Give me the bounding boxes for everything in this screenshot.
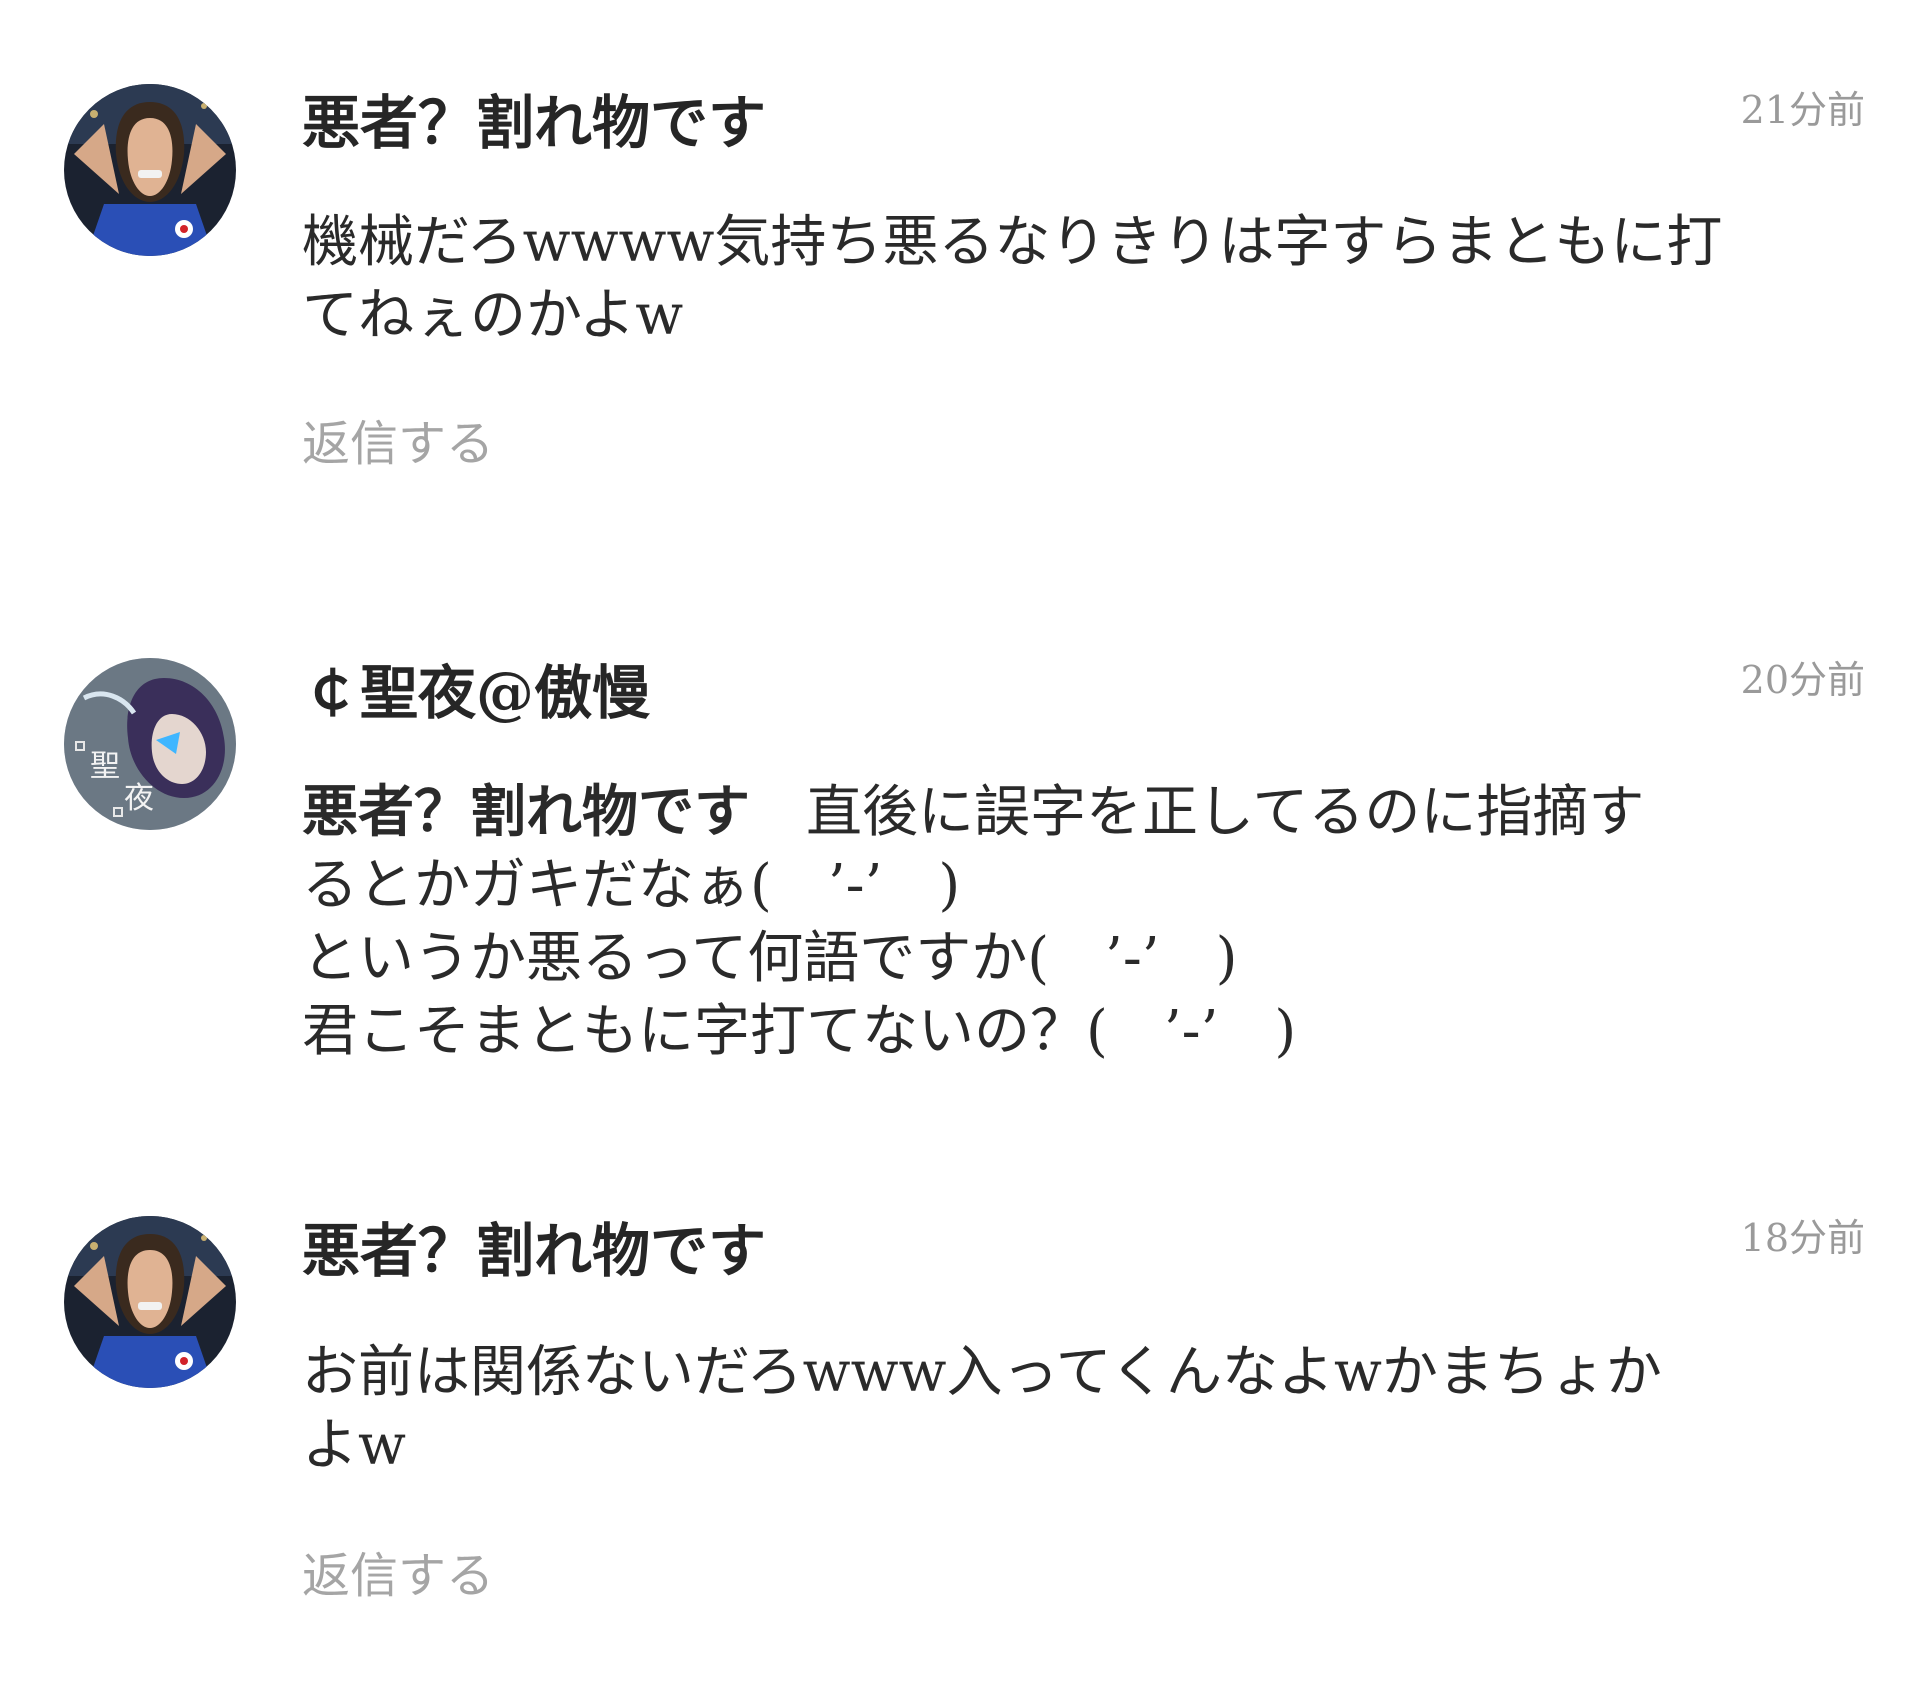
avatar[interactable] [64,84,236,256]
comment-body: お前は関係ないだろwww入ってくんなよwかまちょか よw [302,1336,1862,1482]
comment-line: 機械だろwwww気持ち悪るなりきりは字すらまともに打 [302,210,1723,275]
comment-text: 直後に誤字を正してるのに指摘す [806,780,1645,845]
username[interactable]: 悪者？割れ物です [302,1216,766,1286]
comment-line: お前は関係ないだろwww入ってくんなよwかまちょか [302,1340,1662,1405]
avatar-text: 聖 [90,749,120,784]
avatar[interactable] [64,1216,236,1388]
wrestler-photo-avatar-icon [64,1216,236,1388]
comment-line: 君こそまともに字打てないの？( ’-’ ) [302,999,1297,1064]
wrestler-photo-avatar-icon [64,84,236,256]
reply-button[interactable]: 返信する [302,1546,494,1606]
comment-line: るとかガキだなぁ( ’-’ ) [302,853,961,918]
timestamp: 18分前 [1740,1216,1865,1260]
anime-character-avatar-icon: 聖 夜 [64,658,236,830]
reply-button[interactable]: 返信する [302,414,494,474]
comment-body: 機械だろwwww気持ち悪るなりきりは字すらまともに打 てねぇのかよw [302,206,1862,352]
avatar-text: 夜 [124,781,154,816]
comment-line: てねぇのかよw [302,283,684,348]
mention-link[interactable]: 悪者？割れ物です [302,779,750,845]
username[interactable]: ￠聖夜@傲慢 [302,658,650,728]
avatar[interactable]: 聖 夜 [64,658,236,830]
comment-line: よw [302,1413,406,1478]
comment-body: 悪者？割れ物です 直後に誤字を正してるのに指摘す るとかガキだなぁ( ’-’ )… [302,776,1862,1068]
comment-line: というか悪るって何語ですか( ’-’ ) [302,926,1238,991]
timestamp: 20分前 [1740,658,1865,702]
username[interactable]: 悪者？割れ物です [302,88,766,158]
comment-line: 悪者？割れ物です 直後に誤字を正してるのに指摘す [302,776,1862,849]
timestamp: 21分前 [1740,88,1865,132]
